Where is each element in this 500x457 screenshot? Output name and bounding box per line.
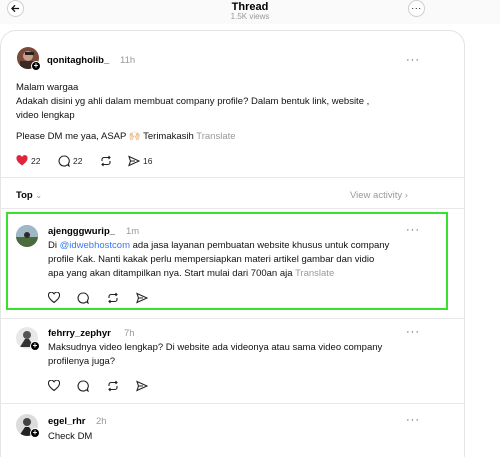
- chevron-right-icon: ›: [404, 190, 408, 201]
- comment-icon: [77, 380, 89, 392]
- reply-time: 7h: [124, 328, 135, 339]
- reply-username[interactable]: fehrry_zephyr: [48, 328, 111, 339]
- follow-plus-icon[interactable]: +: [30, 341, 40, 351]
- reply-more-icon[interactable]: ···: [406, 326, 420, 338]
- repost-icon: [108, 380, 118, 392]
- comment-button[interactable]: 22: [58, 155, 82, 167]
- comment-icon: [77, 292, 89, 304]
- like-button[interactable]: 22: [16, 155, 40, 166]
- divider: [0, 403, 465, 404]
- like-button[interactable]: [48, 292, 60, 303]
- reply-more-icon[interactable]: ···: [406, 414, 420, 426]
- repost-icon: [108, 292, 118, 304]
- follow-plus-icon[interactable]: +: [31, 61, 41, 71]
- comment-count: 22: [73, 156, 83, 166]
- post-username[interactable]: qonitagholib_: [47, 55, 109, 66]
- share-button[interactable]: 16: [128, 155, 152, 167]
- post-more-icon[interactable]: ···: [406, 54, 420, 66]
- send-icon: [136, 292, 148, 304]
- sort-dropdown[interactable]: Top ⌄: [16, 190, 42, 201]
- post-text: Malam wargaa Adakah disini yg ahli dalam…: [16, 82, 370, 121]
- translate-link[interactable]: Translate: [196, 131, 235, 142]
- top-bar: Thread 1.5K views ···: [0, 0, 500, 24]
- repost-icon: [101, 155, 111, 167]
- share-count: 16: [143, 156, 153, 166]
- view-activity-link[interactable]: View activity ›: [350, 190, 408, 201]
- share-button[interactable]: [136, 292, 148, 304]
- comment-icon: [58, 155, 70, 167]
- divider: [0, 177, 465, 178]
- share-button[interactable]: [136, 380, 148, 392]
- repost-button[interactable]: [100, 155, 112, 167]
- reply-text: Maksudnya video lengkap? Di website ada …: [48, 342, 383, 367]
- follow-plus-icon[interactable]: +: [30, 428, 40, 438]
- reply-text: Check DM: [48, 431, 93, 442]
- repost-button[interactable]: [107, 380, 119, 392]
- heart-icon: [16, 155, 28, 166]
- reply-text: Di @idwebhostcom ada jasa layanan pembua…: [48, 240, 390, 279]
- reply-more-icon[interactable]: ···: [406, 224, 420, 236]
- mention-link[interactable]: @idwebhostcom: [60, 240, 130, 251]
- more-icon: ···: [411, 3, 422, 13]
- reply-username[interactable]: egel_rhr: [48, 416, 86, 427]
- post-time: 11h: [120, 55, 136, 66]
- reply-time: 2h: [96, 416, 107, 427]
- translate-link[interactable]: Translate: [295, 268, 334, 279]
- heart-icon: [48, 380, 60, 391]
- send-icon: [128, 155, 140, 167]
- comment-button[interactable]: [77, 380, 89, 392]
- send-icon: [136, 380, 148, 392]
- reply-time: 1m: [126, 226, 140, 237]
- repost-button[interactable]: [107, 292, 119, 304]
- avatar[interactable]: [16, 225, 38, 247]
- reply-username[interactable]: ajengggwurip_: [48, 226, 115, 237]
- view-count: 1.5K views: [230, 12, 270, 21]
- comment-button[interactable]: [77, 292, 89, 304]
- divider: [0, 318, 465, 319]
- chevron-down-icon: ⌄: [35, 191, 43, 200]
- heart-icon: [48, 292, 60, 303]
- like-count: 22: [31, 155, 41, 166]
- post-dm-line: Please DM me yaa, ASAP 🙌🏻 Terimakasih Tr…: [16, 131, 236, 142]
- thread-menu-button[interactable]: ···: [408, 0, 425, 17]
- divider: [0, 208, 465, 209]
- like-button[interactable]: [48, 380, 60, 391]
